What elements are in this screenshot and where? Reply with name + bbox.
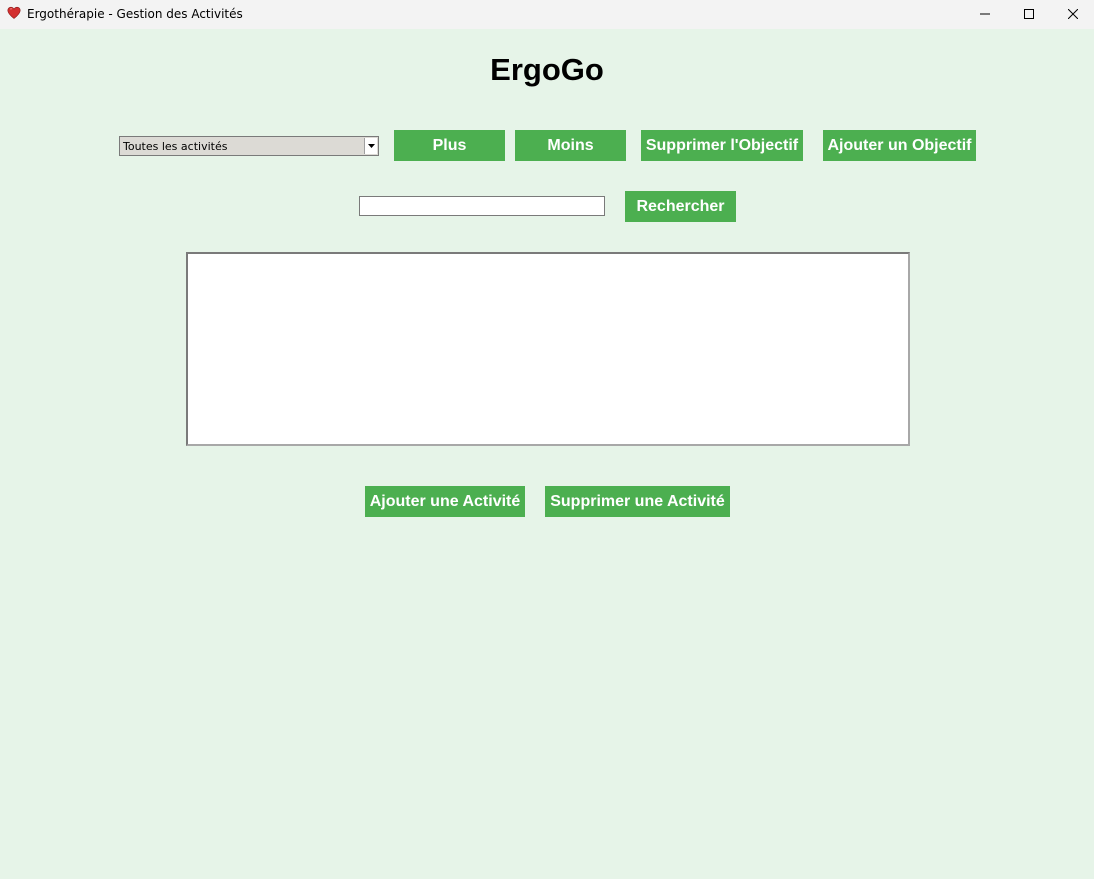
delete-objective-button[interactable]: Supprimer l'Objectif xyxy=(641,130,803,161)
maximize-icon xyxy=(1024,6,1034,24)
activity-filter-dropdown[interactable]: Toutes les activités xyxy=(119,136,379,156)
add-objective-button[interactable]: Ajouter un Objectif xyxy=(823,130,976,161)
activity-list[interactable] xyxy=(186,252,910,446)
heart-icon xyxy=(7,6,21,20)
chevron-down-icon[interactable] xyxy=(364,138,377,154)
delete-activity-button[interactable]: Supprimer une Activité xyxy=(545,486,730,517)
moins-button[interactable]: Moins xyxy=(515,130,626,161)
minimize-icon xyxy=(980,6,990,24)
activity-filter-value: Toutes les activités xyxy=(123,140,228,153)
close-icon xyxy=(1067,6,1079,24)
minimize-button[interactable] xyxy=(962,0,1008,29)
maximize-button[interactable] xyxy=(1006,0,1052,29)
search-input[interactable] xyxy=(359,196,605,216)
plus-button[interactable]: Plus xyxy=(394,130,505,161)
add-activity-button[interactable]: Ajouter une Activité xyxy=(365,486,525,517)
search-button[interactable]: Rechercher xyxy=(625,191,736,222)
window-title: Ergothérapie - Gestion des Activités xyxy=(27,7,243,21)
app-title: ErgoGo xyxy=(490,52,604,87)
close-button[interactable] xyxy=(1050,0,1094,29)
window-titlebar[interactable]: Ergothérapie - Gestion des Activités xyxy=(0,0,1094,29)
app-window: Ergothérapie - Gestion des Activités Erg… xyxy=(0,0,1094,879)
